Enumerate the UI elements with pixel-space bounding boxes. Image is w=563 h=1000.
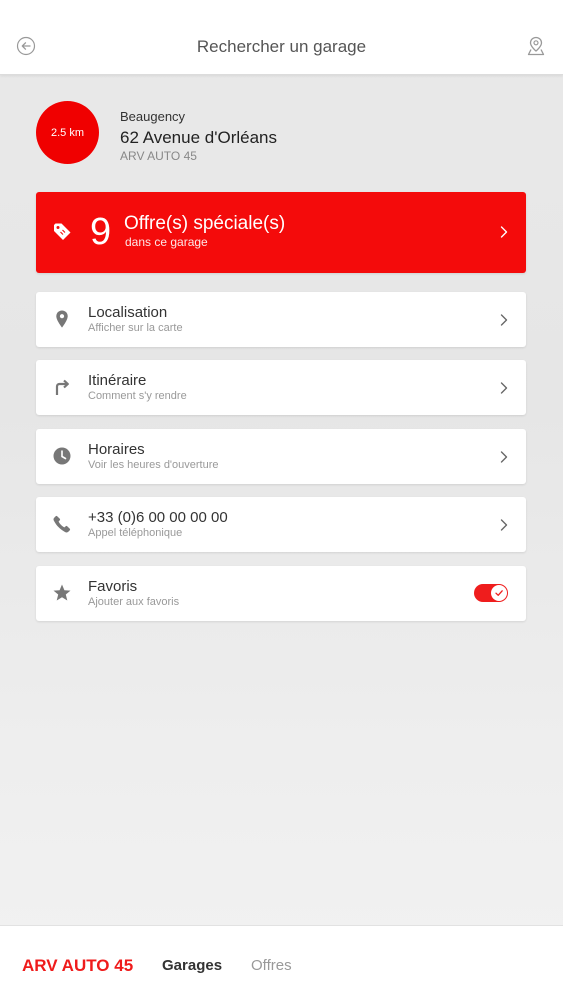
row-favoris: Favoris Ajouter aux favoris: [36, 566, 526, 621]
garage-address: 62 Avenue d'Orléans: [120, 128, 277, 147]
garage-summary: 2.5 km Beaugency 62 Avenue d'Orléans ARV…: [36, 101, 516, 167]
row-subtitle: Comment s'y rendre: [88, 390, 187, 402]
location-pin-icon: [52, 309, 72, 329]
turn-right-arrow-icon: [52, 377, 72, 397]
brand-name: ARV AUTO 45: [22, 956, 134, 975]
chevron-right-icon: [499, 224, 509, 240]
phone-icon: [52, 514, 72, 534]
row-itineraire[interactable]: Itinéraire Comment s'y rendre: [36, 360, 526, 415]
row-subtitle: Afficher sur la carte: [88, 322, 183, 334]
row-title: Localisation: [88, 304, 168, 321]
row-subtitle: Ajouter aux favoris: [88, 596, 180, 608]
row-title: Horaires: [88, 441, 145, 458]
row-localisation[interactable]: Localisation Afficher sur la carte: [36, 292, 526, 347]
offer-count: 9: [90, 211, 112, 253]
row-subtitle: Voir les heures d'ouverture: [88, 459, 219, 471]
offer-title: Offre(s) spéciale(s): [124, 213, 286, 234]
offer-subtitle: dans ce garage: [125, 235, 208, 249]
top-bar: Rechercher un garage: [0, 0, 563, 75]
clock-icon: [52, 446, 72, 466]
garage-name: ARV AUTO 45: [120, 149, 197, 163]
chevron-right-icon: [499, 380, 509, 396]
chevron-right-icon: [499, 449, 509, 465]
special-offers-card[interactable]: 9 Offre(s) spéciale(s) dans ce garage: [36, 192, 526, 273]
map-pin-user-icon[interactable]: [525, 35, 547, 57]
page-title: Rechercher un garage: [196, 37, 367, 56]
row-title: +33 (0)6 00 00 00 00: [88, 509, 228, 526]
garage-city: Beaugency: [120, 109, 186, 124]
row-phone[interactable]: +33 (0)6 00 00 00 00 Appel téléphonique: [36, 497, 526, 552]
row-horaires[interactable]: Horaires Voir les heures d'ouverture: [36, 429, 526, 484]
tab-garages[interactable]: Garages: [162, 957, 222, 974]
star-icon: [52, 583, 72, 603]
check-icon: [491, 585, 507, 601]
tab-offres[interactable]: Offres: [251, 957, 292, 974]
distance-badge: 2.5 km: [36, 101, 99, 164]
row-title: Itinéraire: [88, 372, 147, 389]
bottom-nav: ARV AUTO 45 Garages Offres: [0, 925, 563, 1000]
chevron-right-icon: [499, 517, 509, 533]
favorite-toggle[interactable]: [474, 584, 508, 602]
chevron-right-icon: [499, 312, 509, 328]
tag-icon: [52, 222, 74, 242]
row-title: Favoris: [88, 578, 138, 595]
row-subtitle: Appel téléphonique: [88, 527, 183, 539]
